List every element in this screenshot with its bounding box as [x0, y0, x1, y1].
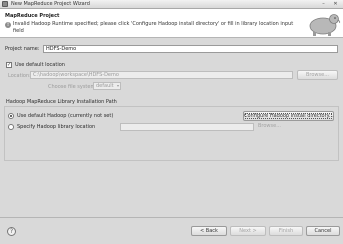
- file-system-select[interactable]: default ▾: [93, 82, 121, 90]
- location-input[interactable]: C:\hadoop\workspace\HDFS-Demo: [30, 71, 293, 79]
- cancel-button[interactable]: Cancel: [306, 226, 340, 236]
- use-default-location-checkbox[interactable]: ✓: [6, 62, 12, 68]
- chevron-down-icon: ▾: [116, 83, 119, 88]
- page-title: MapReduce Project: [5, 13, 60, 19]
- project-name-label: Project name:: [5, 46, 40, 52]
- use-default-location-label: Use default location: [15, 62, 65, 68]
- project-name-input[interactable]: HDFS-Demo: [43, 45, 338, 53]
- close-button[interactable]: ✕: [332, 1, 339, 7]
- use-default-hadoop-radio[interactable]: [8, 113, 14, 119]
- configure-hadoop-button[interactable]: Configure Hadoop install directory...: [243, 111, 334, 121]
- file-system-value: default: [96, 83, 114, 89]
- specify-hadoop-radio[interactable]: [8, 124, 14, 130]
- back-button[interactable]: < Back: [191, 226, 227, 236]
- file-system-label: Choose file system:: [48, 84, 98, 90]
- hadoop-logo-icon: [309, 14, 341, 36]
- wizard-header: MapReduce Project ! Invalid Hadoop Runti…: [0, 9, 343, 38]
- next-button[interactable]: Next >: [230, 226, 266, 236]
- specify-hadoop-label: Specify Hadoop library location: [17, 124, 96, 130]
- warning-icon: !: [5, 22, 11, 28]
- library-group-label: Hadoop MapReduce Library Installation Pa…: [6, 99, 117, 105]
- library-browse-button[interactable]: Browse...: [258, 122, 281, 132]
- app-icon: [2, 1, 8, 7]
- window-titlebar: New MapReduce Project Wizard – ✕: [0, 0, 343, 9]
- use-default-hadoop-label: Use default Hadoop (currently not set): [17, 113, 114, 119]
- error-message: Invalid Hadoop Runtime specified; please…: [13, 21, 294, 34]
- wizard-content: Project name: HDFS-Demo ✓ Use default lo…: [0, 39, 343, 217]
- window-title: New MapReduce Project Wizard: [11, 1, 90, 7]
- help-icon[interactable]: ?: [7, 227, 16, 236]
- finish-button[interactable]: Finish: [269, 226, 303, 236]
- wizard-footer: ? < Back Next > Finish Cancel: [0, 217, 343, 244]
- location-label: Location:: [8, 73, 31, 79]
- minimize-button[interactable]: –: [320, 1, 327, 7]
- library-location-input[interactable]: [120, 123, 254, 131]
- location-browse-button[interactable]: Browse...: [297, 70, 338, 80]
